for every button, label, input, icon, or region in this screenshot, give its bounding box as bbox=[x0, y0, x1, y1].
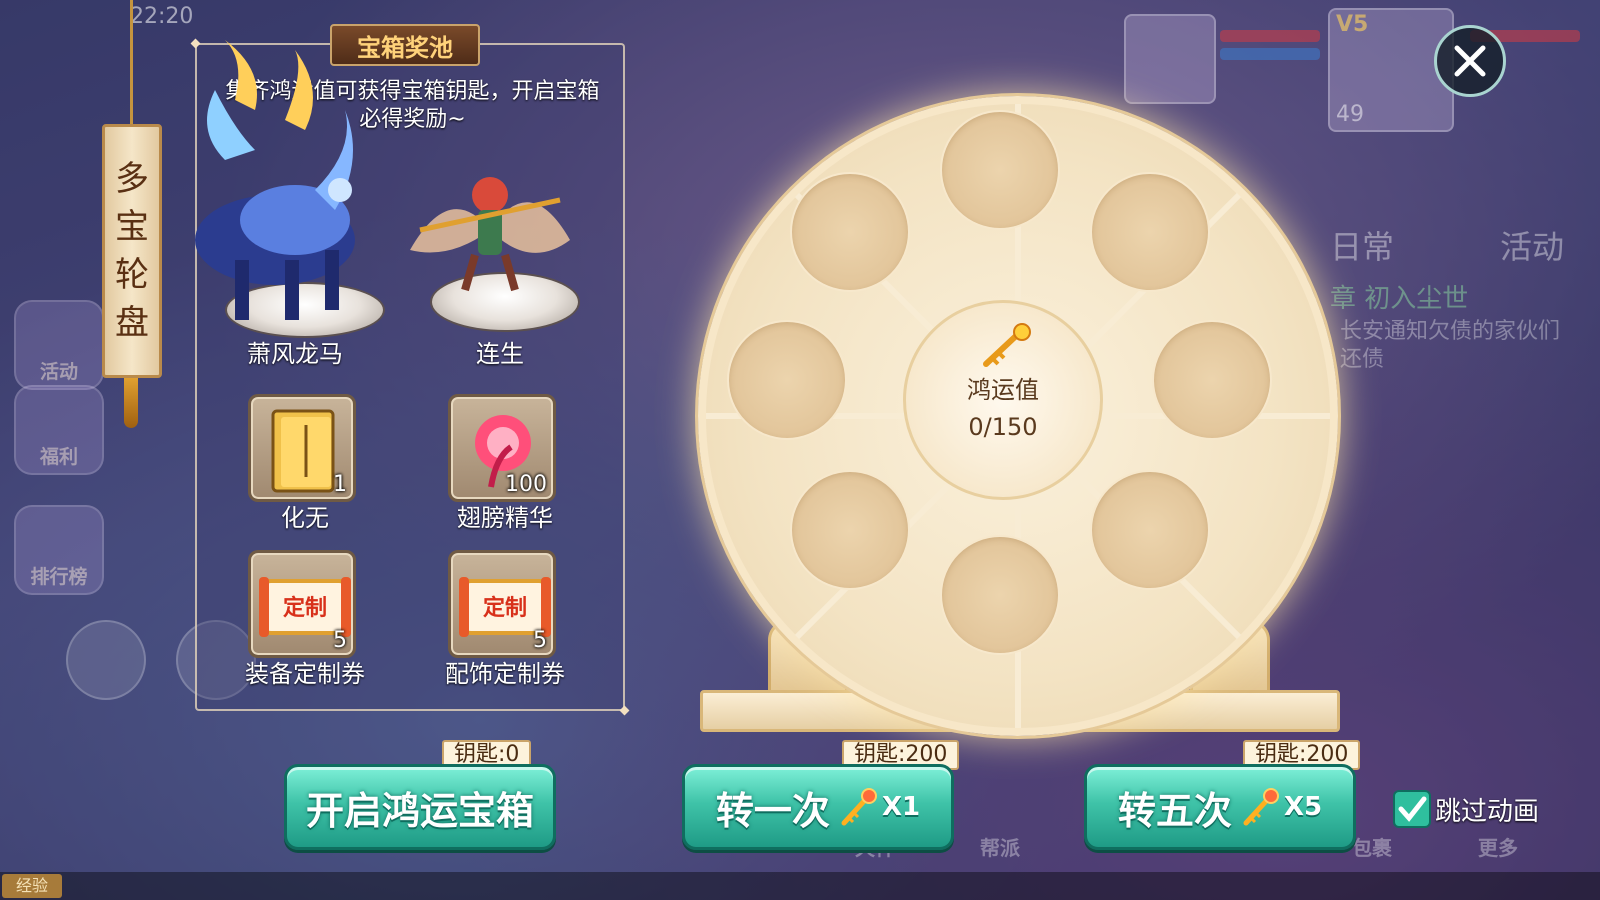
scroll-tassel bbox=[124, 378, 138, 428]
bg-quest-title: 章 初入尘世 bbox=[1330, 284, 1469, 314]
reward-item-label: 化无 bbox=[281, 504, 329, 532]
wheel-slot bbox=[940, 110, 1060, 230]
scroll-title-char: 宝 bbox=[115, 207, 149, 247]
wheel-slot bbox=[727, 320, 847, 440]
reward-item-label: 配饰定制券 bbox=[445, 660, 565, 688]
item-count: 5 bbox=[533, 628, 547, 653]
close-icon bbox=[1454, 45, 1486, 77]
checkmark-icon bbox=[1398, 796, 1427, 822]
vip-badge: V5 bbox=[1336, 12, 1369, 37]
reward-item-label: 装备定制券 bbox=[245, 660, 365, 688]
event-title-scroll: 多 宝 轮 盘 bbox=[102, 124, 162, 378]
scroll-title-char: 多 bbox=[115, 159, 149, 199]
featured-item-name: 连生 bbox=[476, 340, 524, 368]
close-button[interactable] bbox=[1434, 25, 1506, 97]
wheel-slot bbox=[940, 535, 1060, 655]
bg-chat-icon bbox=[66, 620, 146, 700]
reward-slot-equip-ticket[interactable]: 定制 5 bbox=[248, 550, 356, 658]
item-count: 5 bbox=[333, 628, 347, 653]
spin-once-multiplier: X1 bbox=[881, 792, 921, 822]
spin-once-button[interactable]: 转一次 X1 bbox=[682, 764, 954, 850]
bg-button-ranking: 排行榜 bbox=[14, 505, 104, 595]
luck-value-label: 鸿运值 bbox=[967, 376, 1039, 404]
exp-label: 经验 bbox=[2, 874, 62, 898]
open-lucky-chest-button[interactable]: 开启鸿运宝箱 bbox=[284, 764, 556, 850]
spin-five-label: 转五次 bbox=[1117, 788, 1232, 833]
teammate-portrait bbox=[1124, 14, 1216, 104]
reward-item-label: 翅膀精华 bbox=[457, 504, 553, 532]
spin-once-label: 转一次 bbox=[715, 788, 830, 833]
bg-tab-activity: 活动 bbox=[1500, 228, 1565, 266]
key-icon bbox=[1243, 788, 1279, 826]
bg-button-activity: 活动 bbox=[14, 300, 104, 390]
bg-quest-line-1: 长安通知欠债的家伙们 bbox=[1340, 319, 1561, 344]
featured-item-name: 萧风龙马 bbox=[247, 340, 343, 368]
teammate-hp-bar bbox=[1220, 30, 1320, 42]
reward-slot-feather[interactable]: 100 bbox=[448, 394, 556, 502]
skip-animation-toggle[interactable]: 跳过动画 bbox=[1393, 790, 1539, 828]
bg-bottom-bag: 包裹 bbox=[1352, 836, 1392, 860]
scroll-title-char: 轮 bbox=[115, 255, 149, 295]
reward-slot-accessory-ticket[interactable]: 定制 5 bbox=[448, 550, 556, 658]
luck-value-progress: 0/150 bbox=[968, 413, 1038, 441]
scroll-rod bbox=[130, 0, 133, 124]
item-count: 1 bbox=[333, 472, 347, 497]
teammate-mp-bar bbox=[1220, 48, 1320, 60]
wheel-slot bbox=[1090, 172, 1210, 292]
svg-text:定制: 定制 bbox=[283, 595, 327, 621]
wheel-slot bbox=[790, 172, 910, 292]
bg-button-welfare: 福利 bbox=[14, 385, 104, 475]
bg-bottom-guild: 帮派 bbox=[980, 836, 1020, 860]
spin-five-button[interactable]: 转五次 X5 bbox=[1084, 764, 1356, 850]
svg-text:定制: 定制 bbox=[483, 595, 527, 621]
wheel-slot bbox=[1090, 470, 1210, 590]
open-chest-label: 开启鸿运宝箱 bbox=[305, 788, 534, 833]
wheel-slot bbox=[790, 470, 910, 590]
wheel-slot bbox=[1152, 320, 1272, 440]
spin-five-multiplier: X5 bbox=[1283, 792, 1323, 822]
status-time: 22:20 bbox=[130, 4, 194, 29]
skip-animation-checkbox[interactable] bbox=[1393, 790, 1431, 828]
player-level: 49 bbox=[1336, 102, 1364, 127]
golden-key-icon bbox=[983, 323, 1031, 367]
key-icon bbox=[841, 788, 877, 826]
exp-bar bbox=[0, 872, 1600, 900]
dragon-horse-mount-icon[interactable] bbox=[165, 40, 385, 340]
skip-animation-label: 跳过动画 bbox=[1435, 796, 1540, 827]
item-count: 100 bbox=[505, 472, 547, 497]
scroll-title-char: 盘 bbox=[115, 303, 149, 343]
warrior-pet-icon[interactable] bbox=[390, 140, 590, 320]
bg-tab-daily: 日常 bbox=[1330, 228, 1395, 266]
bg-bottom-more: 更多 bbox=[1478, 836, 1518, 860]
reward-slot-book[interactable]: 1 bbox=[248, 394, 356, 502]
